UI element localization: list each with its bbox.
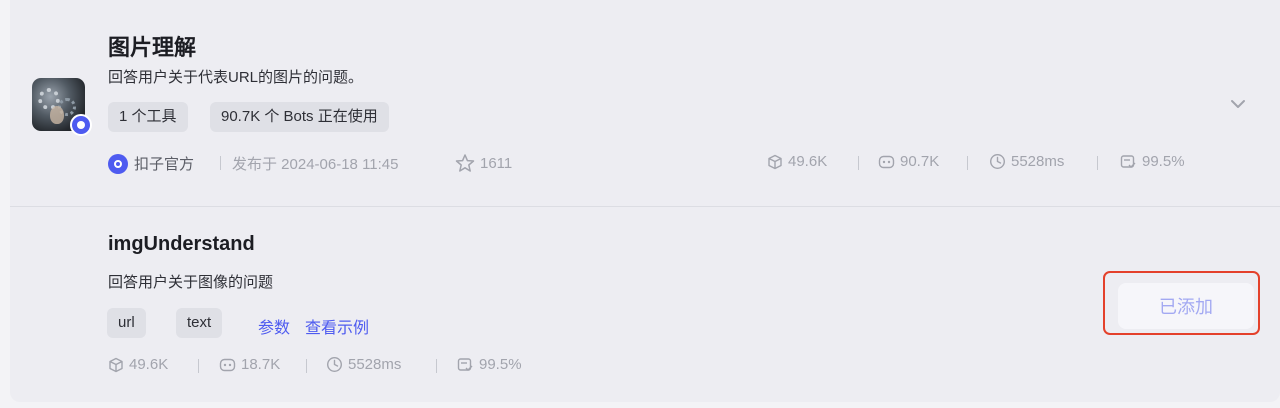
publish-date: 发布于 2024-06-18 11:45 — [232, 156, 399, 173]
author-name: 扣子官方 — [134, 156, 195, 173]
calls-value: 90.7K — [900, 153, 940, 170]
plugin-description: 回答用户关于代表URL的图片的问题。 — [108, 69, 364, 86]
cube-icon — [109, 357, 123, 372]
clock-icon — [989, 153, 1006, 170]
latency-value: 5528ms — [1011, 153, 1065, 170]
tool-latency-value: 5528ms — [348, 356, 402, 373]
chevron-down-icon[interactable] — [1229, 95, 1247, 113]
plugin-card: 图片理解 回答用户关于代表URL的图片的问题。 1 个工具 90.7K 个 Bo… — [10, 0, 1280, 402]
param-chip-text: text — [176, 308, 223, 338]
star-icon — [455, 154, 475, 172]
cost-stat: 49.6K — [767, 153, 827, 170]
plugin-title: 图片理解 — [108, 35, 197, 60]
favorites[interactable]: 1611 — [455, 153, 512, 173]
clock-icon — [326, 356, 343, 373]
official-author-icon — [108, 153, 128, 174]
latency-stat: 5528ms — [989, 153, 1064, 170]
tool-cost-stat: 49.6K — [108, 356, 168, 373]
favorites-count: 1611 — [480, 154, 513, 172]
success-value: 99.5% — [1142, 153, 1185, 170]
params-link[interactable]: 参数 — [258, 314, 290, 338]
added-button[interactable]: 已添加 — [1118, 283, 1254, 329]
bot-usage-chip: 90.7K 个 Bots 正在使用 — [210, 102, 389, 132]
cube-icon — [768, 154, 782, 169]
tool-title: imgUnderstand — [108, 233, 255, 255]
success-rate-icon — [1120, 154, 1136, 168]
tool-latency-stat: 5528ms — [326, 356, 401, 373]
tool-row: imgUnderstand 回答用户关于图像的问题 url text 参数 查看… — [10, 208, 1280, 402]
view-example-link[interactable]: 查看示例 — [305, 314, 369, 338]
author-info: 扣子官方 — [108, 153, 194, 174]
param-chip-url: url — [107, 308, 146, 338]
tool-success-stat: 99.5% — [457, 356, 522, 373]
tool-calls-value: 18.7K — [241, 356, 281, 373]
plugin-header[interactable]: 图片理解 回答用户关于代表URL的图片的问题。 1 个工具 90.7K 个 Bo… — [10, 0, 1280, 207]
tool-description: 回答用户关于图像的问题 — [108, 274, 274, 291]
cost-value: 49.6K — [788, 153, 828, 170]
tool-cost-value: 49.6K — [129, 356, 169, 373]
success-stat: 99.5% — [1120, 153, 1185, 170]
tool-success-value: 99.5% — [479, 356, 522, 373]
bot-icon — [219, 358, 236, 371]
bot-icon — [878, 155, 895, 168]
calls-stat: 90.7K — [878, 153, 939, 170]
official-badge-icon — [70, 114, 92, 136]
tool-calls-stat: 18.7K — [219, 356, 280, 373]
tool-count-chip: 1 个工具 — [108, 102, 188, 132]
success-rate-icon — [457, 357, 473, 371]
